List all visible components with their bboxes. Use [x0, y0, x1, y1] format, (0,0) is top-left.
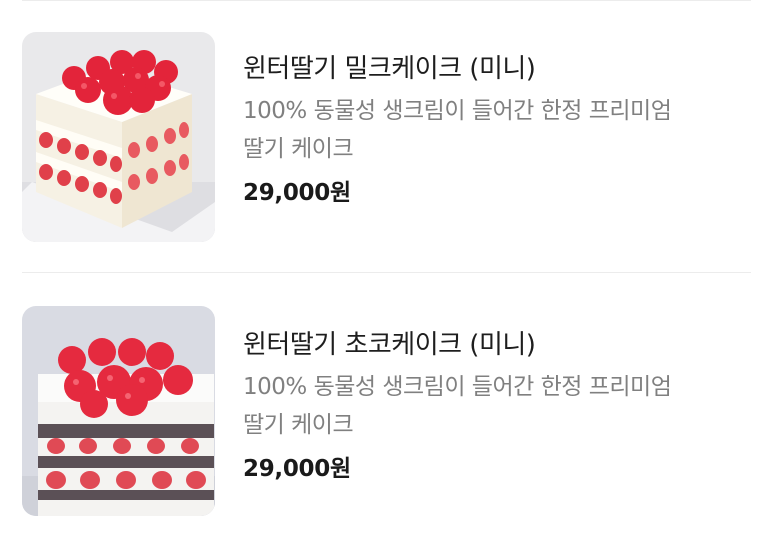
product-description-line-2: 딸기 케이크 — [243, 412, 354, 438]
product-item-milk-cake[interactable]: 윈터딸기 밀크케이크 (미니) 100% 동물성 생크림이 들어간 한정 프리미… — [22, 32, 751, 244]
product-title[interactable]: 윈터딸기 밀크케이크 (미니) — [243, 50, 751, 88]
product-description: 100% 동물성 생크림이 들어간 한정 프리미엄 딸기 케이크 — [243, 92, 743, 168]
product-price: 29,000원 — [243, 456, 351, 482]
product-thumbnail[interactable] — [22, 32, 215, 242]
product-description: 100% 동물성 생크림이 들어간 한정 프리미엄 딸기 케이크 — [243, 368, 743, 444]
product-title[interactable]: 윈터딸기 초코케이크 (미니) — [243, 326, 751, 364]
strawberry-milk-cake-image — [22, 32, 215, 242]
product-item-choco-cake[interactable]: 윈터딸기 초코케이크 (미니) 100% 동물성 생크림이 들어간 한정 프리미… — [22, 306, 751, 518]
top-divider — [22, 0, 751, 1]
product-description-line-2: 딸기 케이크 — [243, 136, 354, 162]
product-description-line-1: 100% 동물성 생크림이 들어간 한정 프리미엄 — [243, 98, 672, 124]
product-price: 29,000원 — [243, 180, 351, 206]
strawberry-choco-cake-image — [22, 306, 215, 516]
product-info: 윈터딸기 초코케이크 (미니) 100% 동물성 생크림이 들어간 한정 프리미… — [243, 306, 751, 488]
product-thumbnail[interactable] — [22, 306, 215, 516]
product-info: 윈터딸기 밀크케이크 (미니) 100% 동물성 생크림이 들어간 한정 프리미… — [243, 32, 751, 212]
product-description-line-1: 100% 동물성 생크림이 들어간 한정 프리미엄 — [243, 374, 672, 400]
item-divider — [22, 272, 751, 273]
